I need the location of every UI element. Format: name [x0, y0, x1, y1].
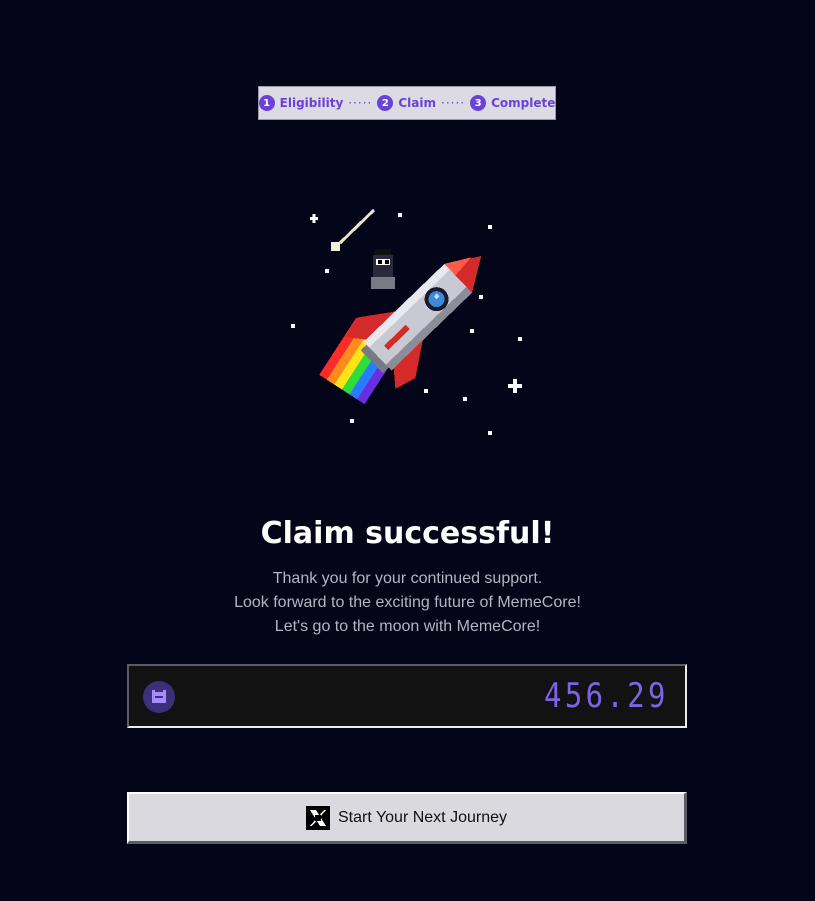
- claim-amount-value: 456.29: [544, 676, 669, 716]
- message-line: Let's go to the moon with MemeCore!: [274, 618, 541, 635]
- step-label: Claim: [398, 96, 436, 110]
- step-separator: ·····: [348, 96, 373, 110]
- step-claim: 2 Claim: [377, 95, 436, 111]
- step-number: 1: [258, 95, 275, 111]
- step-eligibility: 1 Eligibility: [258, 95, 344, 111]
- progress-stepper: 1 Eligibility ····· 2 Claim ····· 3 Comp…: [258, 86, 556, 120]
- step-label: Complete: [491, 96, 556, 110]
- button-label: Start Your Next Journey: [338, 808, 507, 826]
- step-label: Eligibility: [279, 96, 344, 110]
- x-logo-icon: [306, 805, 330, 830]
- step-number: 2: [377, 95, 394, 111]
- start-next-journey-button[interactable]: Start Your Next Journey: [127, 792, 687, 844]
- memecore-token-icon: [143, 681, 175, 713]
- claimed-amount-display: 456.29: [127, 664, 687, 728]
- shooting-star: [331, 208, 376, 251]
- step-separator: ·····: [441, 96, 466, 110]
- message-line: Thank you for your continued support.: [272, 570, 543, 587]
- rocket-illustration: [291, 208, 522, 435]
- page-title: Claim successful!: [260, 516, 555, 551]
- rocket-rider: [371, 249, 395, 289]
- step-number: 3: [470, 95, 487, 111]
- step-complete: 3 Complete: [470, 95, 555, 111]
- message-line: Look forward to the exciting future of M…: [234, 594, 581, 611]
